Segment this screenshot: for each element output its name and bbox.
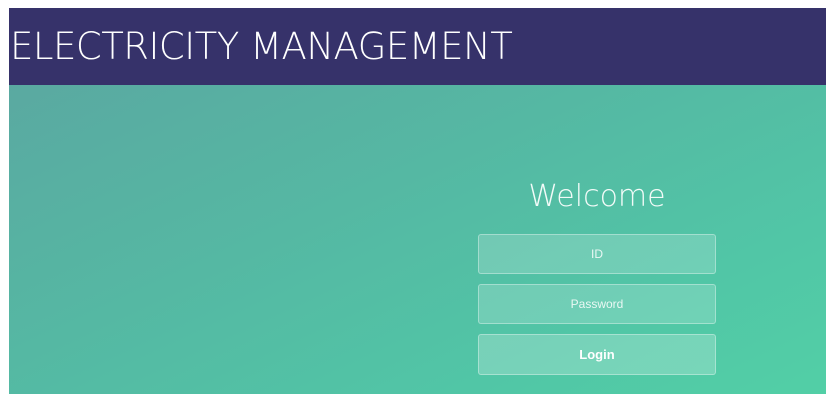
id-input[interactable] [478, 234, 716, 274]
welcome-heading: Welcome [528, 179, 666, 214]
app-window: ELECTRICITY MANAGEMENT Welcome Login [9, 8, 826, 394]
login-button[interactable]: Login [478, 334, 716, 375]
login-form: Welcome Login [478, 177, 716, 375]
app-title: ELECTRICITY MANAGEMENT [10, 25, 513, 68]
header-bar: ELECTRICITY MANAGEMENT [9, 8, 826, 85]
login-background: Welcome Login [9, 85, 826, 394]
password-input[interactable] [478, 284, 716, 324]
